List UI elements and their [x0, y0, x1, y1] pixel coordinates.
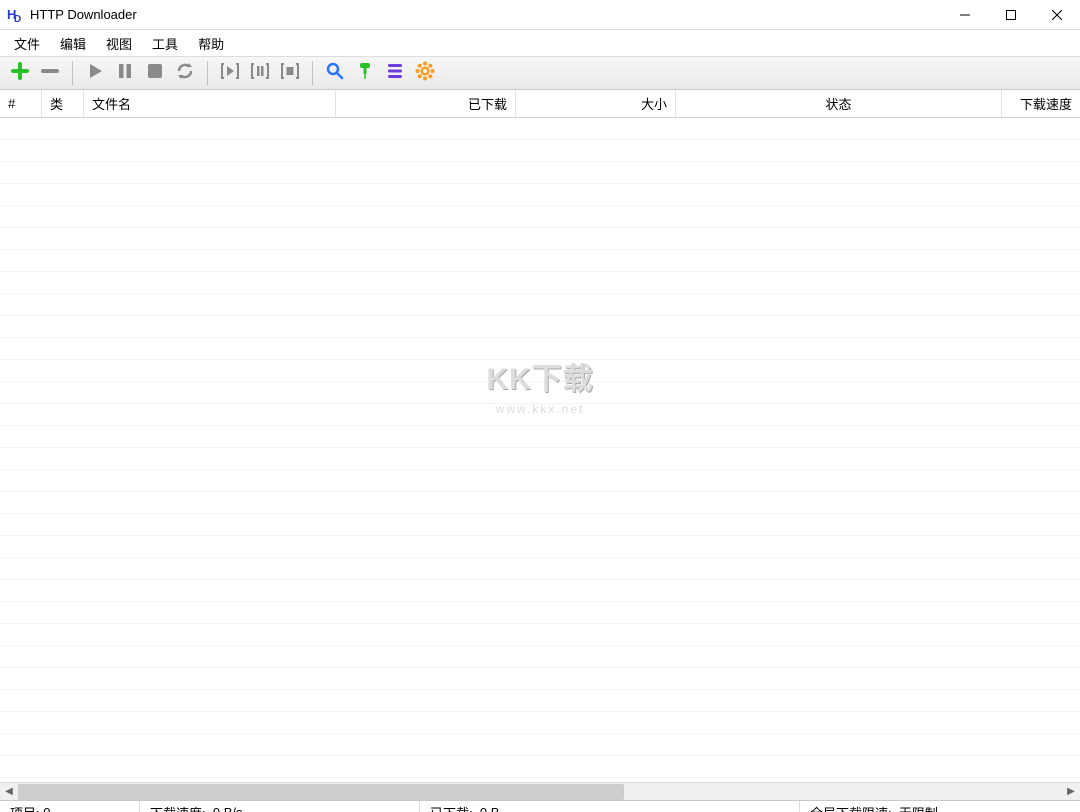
download-list[interactable]: KK下载 www.kkx.net: [0, 118, 1080, 782]
filter-button[interactable]: [351, 60, 379, 86]
minimize-button[interactable]: [942, 0, 988, 29]
search-button[interactable]: [321, 60, 349, 86]
pause-all-button[interactable]: [246, 60, 274, 86]
menu-help[interactable]: 帮助: [188, 32, 234, 55]
scroll-left-icon[interactable]: ◀: [0, 783, 18, 801]
horizontal-scrollbar[interactable]: ◀ ▶: [0, 782, 1080, 800]
play-icon: [87, 63, 103, 84]
search-icon: [326, 62, 344, 85]
status-items: 项目: 0: [0, 801, 140, 812]
plus-icon: [11, 62, 29, 85]
start-all-button[interactable]: [216, 60, 244, 86]
settings-button[interactable]: [411, 60, 439, 86]
status-speed-label: 下载速度:: [150, 803, 206, 812]
menu-edit[interactable]: 编辑: [50, 32, 96, 55]
column-status[interactable]: 状态: [676, 90, 1002, 117]
pause-icon: [117, 63, 133, 84]
statusbar: 项目: 0 下载速度: 0 B/s 已下载: 0 B 全局下载限速: 无限制: [0, 800, 1080, 812]
svg-text:D: D: [14, 14, 21, 23]
column-size[interactable]: 大小: [516, 90, 676, 117]
refresh-icon: [176, 62, 194, 85]
pushpin-icon: [356, 62, 374, 85]
toolbar-separator: [72, 61, 73, 85]
maximize-button[interactable]: [988, 0, 1034, 29]
restart-button[interactable]: [171, 60, 199, 86]
table-header: # 类 文件名 已下载 大小 状态 下载速度: [0, 90, 1080, 118]
status-limit: 全局下载限速: 无限制: [800, 801, 1080, 812]
menubar: 文件 编辑 视图 工具 帮助: [0, 30, 1080, 56]
toolbar-separator: [312, 61, 313, 85]
column-downloaded[interactable]: 已下载: [336, 90, 516, 117]
status-items-value: 0: [43, 805, 50, 812]
column-number[interactable]: #: [0, 90, 42, 117]
gear-icon: [415, 61, 435, 86]
status-downloaded: 已下载: 0 B: [420, 801, 800, 812]
stop-button[interactable]: [141, 60, 169, 86]
play-bracket-icon: [219, 63, 241, 84]
status-downloaded-value: 0 B: [480, 805, 500, 812]
column-speed[interactable]: 下载速度: [1002, 90, 1080, 117]
column-type[interactable]: 类: [42, 90, 84, 117]
window-title: HTTP Downloader: [30, 7, 942, 22]
scroll-track[interactable]: [18, 784, 1062, 800]
app-icon: H D: [6, 6, 24, 24]
scroll-thumb[interactable]: [18, 784, 624, 800]
toolbar-separator: [207, 61, 208, 85]
stop-icon: [147, 63, 163, 84]
stop-bracket-icon: [279, 63, 301, 84]
toolbar: [0, 56, 1080, 90]
remove-button[interactable]: [36, 60, 64, 86]
stop-all-button[interactable]: [276, 60, 304, 86]
menu-tools[interactable]: 工具: [142, 32, 188, 55]
status-limit-label: 全局下载限速:: [810, 803, 892, 812]
start-button[interactable]: [81, 60, 109, 86]
add-button[interactable]: [6, 60, 34, 86]
list-icon: [386, 62, 404, 85]
column-filename[interactable]: 文件名: [84, 90, 336, 117]
minus-icon: [41, 62, 59, 85]
status-speed-value: 0 B/s: [213, 805, 243, 812]
menu-view[interactable]: 视图: [96, 32, 142, 55]
close-button[interactable]: [1034, 0, 1080, 29]
menu-file[interactable]: 文件: [4, 32, 50, 55]
pause-bracket-icon: [249, 63, 271, 84]
titlebar: H D HTTP Downloader: [0, 0, 1080, 30]
scroll-right-icon[interactable]: ▶: [1062, 783, 1080, 801]
window-controls: [942, 0, 1080, 29]
status-limit-value: 无限制: [899, 803, 938, 812]
status-items-label: 项目:: [10, 803, 40, 812]
status-downloaded-label: 已下载:: [430, 803, 473, 812]
pause-button[interactable]: [111, 60, 139, 86]
queue-button[interactable]: [381, 60, 409, 86]
status-speed: 下载速度: 0 B/s: [140, 801, 420, 812]
